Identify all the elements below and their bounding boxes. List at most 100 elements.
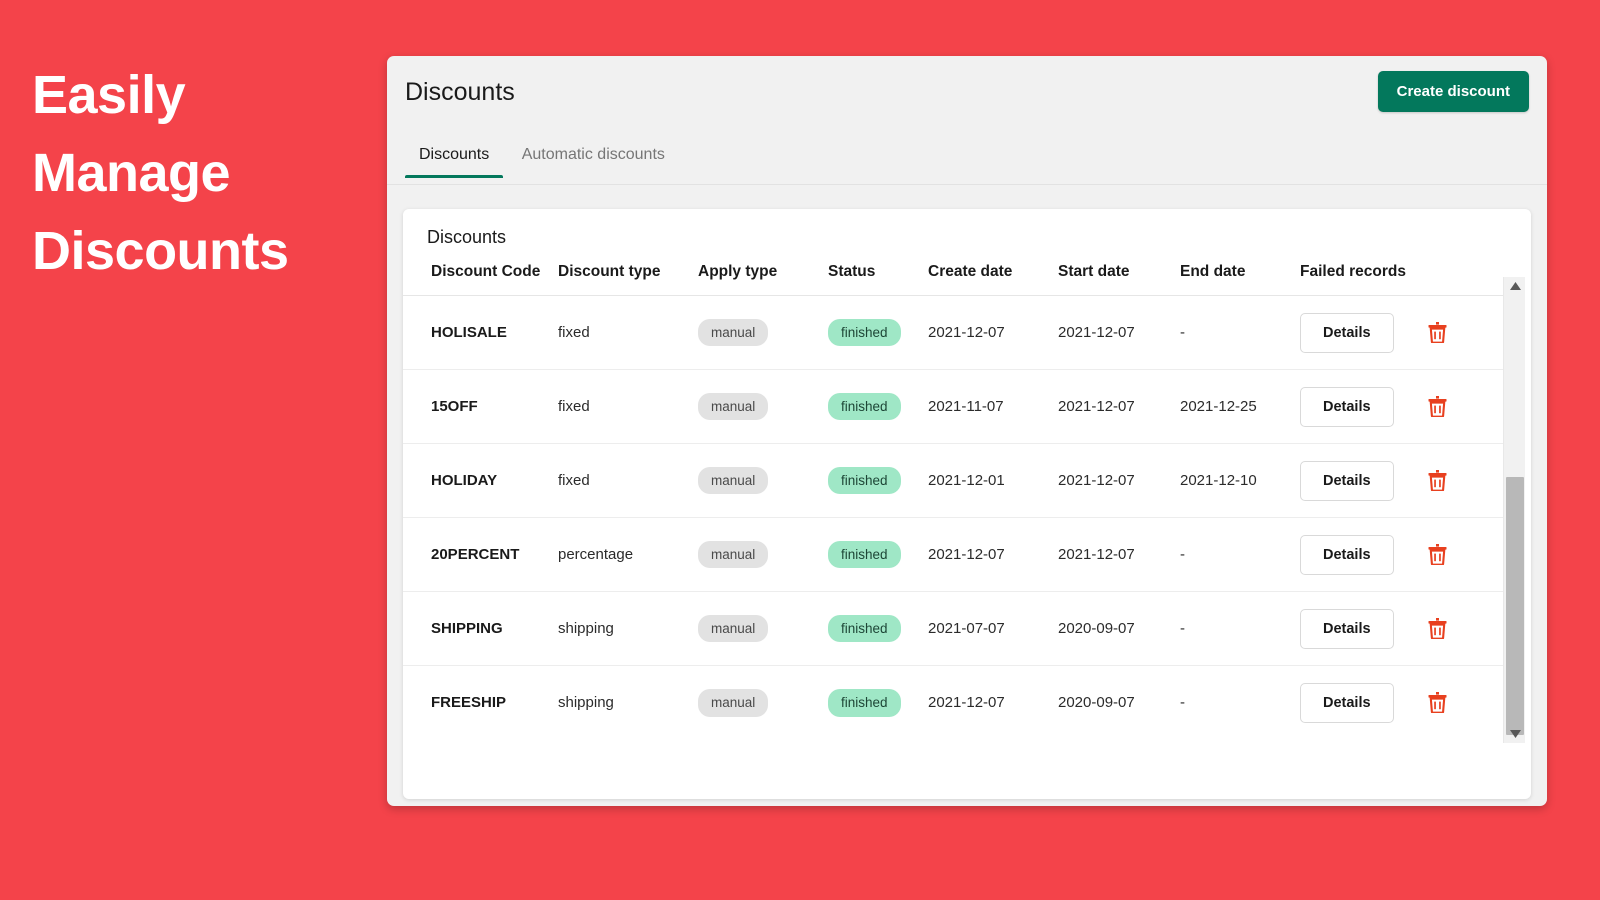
column-header-discount-code: Discount Code <box>403 263 558 296</box>
cell-discount-type: shipping <box>558 694 614 712</box>
details-button[interactable]: Details <box>1300 534 1394 575</box>
cell-failed-records: Details <box>1300 295 1503 370</box>
cell-create-date: 2021-12-07 <box>928 295 1058 370</box>
column-header-start-date: Start date <box>1058 263 1180 296</box>
cell-apply-type: manual <box>698 591 828 666</box>
row-actions: Details <box>1300 534 1503 575</box>
cell-apply-type: manual <box>698 295 828 370</box>
column-header-create-date: Create date <box>928 263 1058 296</box>
trash-icon <box>1428 396 1447 418</box>
status-badge: finished <box>828 466 901 495</box>
cell-status: finished <box>828 517 928 592</box>
row-actions: Details <box>1300 682 1503 723</box>
cell-start-date: 2021-12-07 <box>1058 517 1180 592</box>
table-container: Discount Code Discount type Apply type S… <box>403 263 1531 743</box>
column-header-apply-type: Apply type <box>698 263 828 296</box>
table-head: Discount Code Discount type Apply type S… <box>403 263 1503 296</box>
status-badge: finished <box>828 689 901 717</box>
delete-row-button[interactable] <box>1428 692 1447 714</box>
cell-create-date: 2021-12-07 <box>928 517 1058 592</box>
cell-discount-type: percentage <box>558 517 698 592</box>
promo-line-3: Discounts <box>32 221 289 281</box>
table-row: 20PERCENT percentage manual finished 2021-12… <box>403 517 1503 592</box>
column-header-status: Status <box>828 263 928 296</box>
cell-failed-records: Details <box>1300 517 1503 592</box>
cell-discount-code: HOLIDAY <box>403 443 558 518</box>
tab-discounts[interactable]: Discounts <box>405 134 504 178</box>
cell-create-date: 2021-12-07 <box>928 694 1005 712</box>
promo-line-2: Manage <box>32 143 231 203</box>
cell-discount-type: fixed <box>558 295 698 370</box>
cell-end-date: - <box>1180 694 1185 712</box>
promo-line-1: Easily <box>32 65 186 125</box>
cell-failed-records: Details <box>1300 666 1503 740</box>
details-button[interactable]: Details <box>1300 312 1394 353</box>
cell-status: finished <box>828 295 928 370</box>
cell-start-date: 2020-09-07 <box>1058 591 1180 666</box>
cell-discount-code: 15OFF <box>403 369 558 444</box>
cell-start-date: 2021-12-07 <box>1058 295 1180 370</box>
table-vertical-scrollbar[interactable] <box>1503 277 1525 743</box>
cell-discount-type: fixed <box>558 369 698 444</box>
details-button[interactable]: Details <box>1300 386 1394 427</box>
cell-status: finished <box>828 666 928 740</box>
status-badge: finished <box>828 614 901 643</box>
promo-headline: Easily Manage Discounts <box>32 56 362 290</box>
apply-type-badge: manual <box>698 614 769 643</box>
delete-row-button[interactable] <box>1428 618 1447 640</box>
discounts-app-panel: Discounts Create discount Discounts Auto… <box>387 56 1547 806</box>
cell-end-date: - <box>1180 295 1300 370</box>
trash-icon <box>1428 470 1447 492</box>
cell-start-date: 2021-12-07 <box>1058 369 1180 444</box>
column-header-discount-type: Discount type <box>558 263 698 296</box>
delete-row-button[interactable] <box>1428 396 1447 418</box>
cell-discount-type: shipping <box>558 591 698 666</box>
apply-type-badge: manual <box>698 689 769 717</box>
status-badge: finished <box>828 540 901 569</box>
cell-failed-records: Details <box>1300 443 1503 518</box>
delete-row-button[interactable] <box>1428 470 1447 492</box>
cell-apply-type: manual <box>698 369 828 444</box>
caret-up-icon[interactable] <box>1504 277 1526 295</box>
row-actions: Details <box>1300 460 1503 501</box>
row-actions: Details <box>1300 312 1503 353</box>
details-button[interactable]: Details <box>1300 682 1394 723</box>
tab-automatic-discounts[interactable]: Automatic discounts <box>508 134 679 178</box>
trash-icon <box>1428 692 1447 714</box>
cell-apply-type: manual <box>698 666 828 740</box>
cell-create-date: 2021-11-07 <box>928 369 1058 444</box>
delete-row-button[interactable] <box>1428 322 1447 344</box>
row-actions: Details <box>1300 608 1503 649</box>
cell-end-date: - <box>1180 517 1300 592</box>
cell-end-date: - <box>1180 591 1300 666</box>
card-title: Discounts <box>427 227 507 247</box>
caret-down-icon[interactable] <box>1504 725 1526 743</box>
cell-apply-type: manual <box>698 517 828 592</box>
column-header-failed-records: Failed records <box>1300 263 1503 296</box>
scrollbar-thumb[interactable] <box>1506 477 1524 735</box>
cell-failed-records: Details <box>1300 591 1503 666</box>
column-header-end-date: End date <box>1180 263 1300 296</box>
panel-header: Discounts Create discount <box>387 56 1547 134</box>
details-button[interactable]: Details <box>1300 608 1394 649</box>
apply-type-badge: manual <box>698 318 769 347</box>
cell-end-date: 2021-12-25 <box>1180 369 1300 444</box>
cell-end-date: 2021-12-10 <box>1180 443 1300 518</box>
cell-failed-records: Details <box>1300 369 1503 444</box>
delete-row-button[interactable] <box>1428 544 1447 566</box>
cell-apply-type: manual <box>698 443 828 518</box>
row-actions: Details <box>1300 386 1503 427</box>
tab-bar: Discounts Automatic discounts <box>387 134 1547 185</box>
table-row: HOLIDAY fixed manual finished 2021-12-01 2021… <box>403 443 1503 518</box>
table-row: FREESHIP shipping manual finished 2021-12-07… <box>403 666 1503 740</box>
details-button[interactable]: Details <box>1300 460 1394 501</box>
cell-discount-code: SHIPPING <box>403 591 558 666</box>
apply-type-badge: manual <box>698 392 769 421</box>
create-discount-button[interactable]: Create discount <box>1377 71 1529 112</box>
status-badge: finished <box>828 392 901 421</box>
status-badge: finished <box>828 318 901 347</box>
table-scroll-viewport: Discount Code Discount type Apply type S… <box>403 263 1503 743</box>
apply-type-badge: manual <box>698 466 769 495</box>
discounts-table: Discount Code Discount type Apply type S… <box>403 263 1503 740</box>
table-row: 15OFF fixed manual finished 2021-11-07 2021-1… <box>403 369 1503 444</box>
